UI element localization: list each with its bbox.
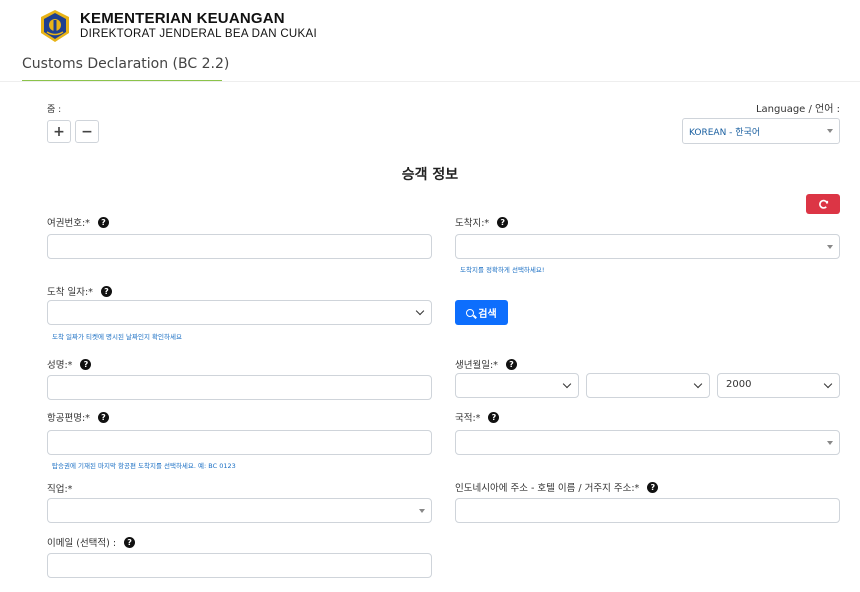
chevron-down-icon: [693, 379, 703, 389]
birth-month-select[interactable]: [586, 373, 710, 398]
language-select[interactable]: KOREAN - 한국어: [682, 118, 840, 144]
birthdate-label-text: 생년월일:*: [455, 360, 498, 371]
tab-divider: [0, 81, 860, 82]
zoom-in-button[interactable]: +: [47, 120, 71, 143]
arrival-place-label: 도착지:* ?: [455, 215, 509, 229]
help-icon[interactable]: ?: [100, 285, 112, 297]
birth-year-select[interactable]: 2000: [717, 373, 840, 398]
chevron-down-icon: [415, 306, 425, 316]
help-icon[interactable]: ?: [647, 481, 659, 493]
help-icon[interactable]: ?: [505, 358, 517, 370]
nationality-select[interactable]: [455, 430, 840, 455]
name-label-text: 성명:*: [47, 360, 73, 371]
help-icon[interactable]: ?: [124, 536, 136, 548]
passport-input[interactable]: [47, 234, 432, 259]
address-label-text: 인도네시아에 주소 - 호텔 이름 / 거주지 주소:*: [455, 483, 640, 494]
caret-down-icon: [827, 244, 833, 249]
arrival-date-label: 도착 일자:* ?: [47, 284, 112, 298]
caret-down-icon: [827, 440, 833, 445]
flight-label-text: 항공편명:*: [47, 413, 90, 424]
help-icon[interactable]: ?: [488, 411, 500, 423]
arrival-place-select[interactable]: [455, 234, 840, 259]
passport-label-text: 여권번호:*: [47, 218, 90, 229]
occupation-label-text: 직업:*: [47, 484, 73, 495]
birth-year-value: 2000: [726, 379, 752, 390]
reset-button[interactable]: [806, 194, 840, 214]
chevron-down-icon: [562, 379, 572, 389]
zoom-label: 줌 :: [47, 105, 62, 115]
tab-customs-declaration[interactable]: Customs Declaration (BC 2.2): [22, 56, 229, 72]
email-label: 이메일 (선택적) : ?: [47, 535, 136, 549]
passport-label: 여권번호:* ?: [47, 215, 109, 229]
arrival-date-label-text: 도착 일자:*: [47, 287, 93, 298]
birthdate-label: 생년월일:* ?: [455, 357, 517, 371]
refresh-icon: [818, 199, 828, 209]
email-input[interactable]: [47, 553, 432, 578]
plus-icon: +: [53, 123, 65, 140]
nationality-label-text: 국적:*: [455, 413, 481, 424]
help-icon[interactable]: ?: [97, 411, 109, 423]
help-icon[interactable]: ?: [497, 216, 509, 228]
arrival-place-label-text: 도착지:*: [455, 218, 490, 229]
occupation-select[interactable]: [47, 498, 432, 523]
name-input[interactable]: [47, 375, 432, 400]
minus-icon: −: [81, 123, 93, 140]
flight-label: 항공편명:* ?: [47, 410, 109, 424]
ministry-emblem-icon: [41, 10, 69, 42]
arrival-place-hint: 도착지를 정확하게 선택하세요!: [460, 266, 545, 274]
search-button[interactable]: 검색: [455, 300, 508, 325]
help-icon[interactable]: ?: [80, 358, 92, 370]
search-icon: [466, 308, 475, 317]
flight-hint: 탑승권에 기재된 마지막 항공편 도착지를 선택하세요. 예: BC 0123: [52, 462, 236, 470]
caret-down-icon: [419, 508, 425, 513]
zoom-out-button[interactable]: −: [75, 120, 99, 143]
site-header: KEMENTERIAN KEUANGAN DIREKTORAT JENDERAL…: [38, 8, 317, 44]
name-label: 성명:* ?: [47, 357, 92, 371]
chevron-down-icon: [823, 379, 833, 389]
org-sub-title: DIREKTORAT JENDERAL BEA DAN CUKAI: [80, 27, 317, 40]
language-label: Language / 언어 :: [755, 104, 840, 115]
address-input[interactable]: [455, 498, 840, 523]
birth-day-select[interactable]: [455, 373, 579, 398]
org-main-title: KEMENTERIAN KEUANGAN: [80, 10, 285, 28]
caret-down-icon: [827, 129, 833, 133]
occupation-label: 직업:*: [47, 481, 72, 495]
help-icon[interactable]: ?: [97, 216, 109, 228]
arrival-date-hint: 도착 일짜가 티켓에 명시된 날짜인지 확인하세요: [52, 333, 182, 341]
org-name: KEMENTERIAN KEUANGAN DIREKTORAT JENDERAL…: [80, 11, 317, 40]
language-selected-value: KOREAN - 한국어: [689, 128, 761, 138]
section-title: 승객 정보: [401, 167, 459, 183]
flight-input[interactable]: [47, 430, 432, 455]
search-button-label: 검색: [478, 309, 497, 320]
address-label: 인도네시아에 주소 - 호텔 이름 / 거주지 주소:* ?: [455, 480, 659, 494]
arrival-date-select[interactable]: [47, 300, 432, 325]
email-label-text: 이메일 (선택적) :: [47, 538, 117, 549]
nationality-label: 국적:* ?: [455, 410, 500, 424]
